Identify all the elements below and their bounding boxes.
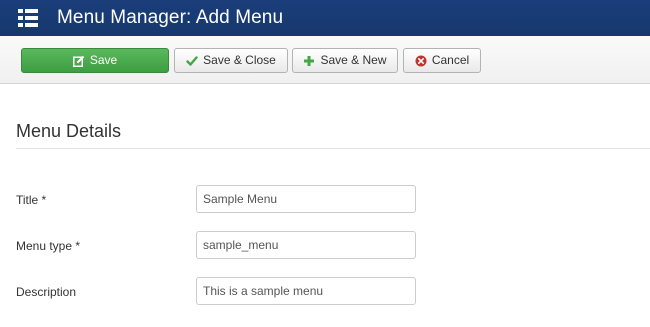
section-divider bbox=[16, 148, 650, 149]
section-title: Menu Details bbox=[16, 121, 122, 141]
menu-type-label: Menu type * bbox=[16, 239, 81, 253]
title-input[interactable] bbox=[196, 185, 416, 213]
save-button-label: Save bbox=[89, 53, 118, 67]
save-close-button-label: Save & Close bbox=[203, 53, 276, 67]
cancel-button[interactable]: Cancel bbox=[403, 48, 481, 73]
page-header: Menu Manager: Add Menu bbox=[0, 0, 650, 36]
checkmark-icon bbox=[186, 55, 198, 67]
save-new-button[interactable]: Save & New bbox=[292, 48, 398, 73]
page-title: Menu Manager: Add Menu bbox=[57, 7, 284, 28]
toolbar: Save Save & Close Save & New Cancel bbox=[0, 36, 650, 84]
save-close-button[interactable]: Save & Close bbox=[174, 48, 288, 73]
edit-icon bbox=[72, 55, 85, 67]
description-input[interactable] bbox=[196, 277, 416, 305]
cancel-circle-icon bbox=[415, 55, 427, 67]
save-button[interactable]: Save bbox=[21, 48, 169, 73]
plus-icon bbox=[303, 55, 315, 67]
cancel-button-label: Cancel bbox=[431, 53, 470, 67]
menu-type-input[interactable] bbox=[196, 231, 416, 259]
description-label: Description bbox=[16, 285, 77, 299]
list-menu-icon bbox=[17, 7, 39, 29]
title-label: Title * bbox=[16, 193, 47, 207]
save-new-button-label: Save & New bbox=[320, 53, 387, 67]
